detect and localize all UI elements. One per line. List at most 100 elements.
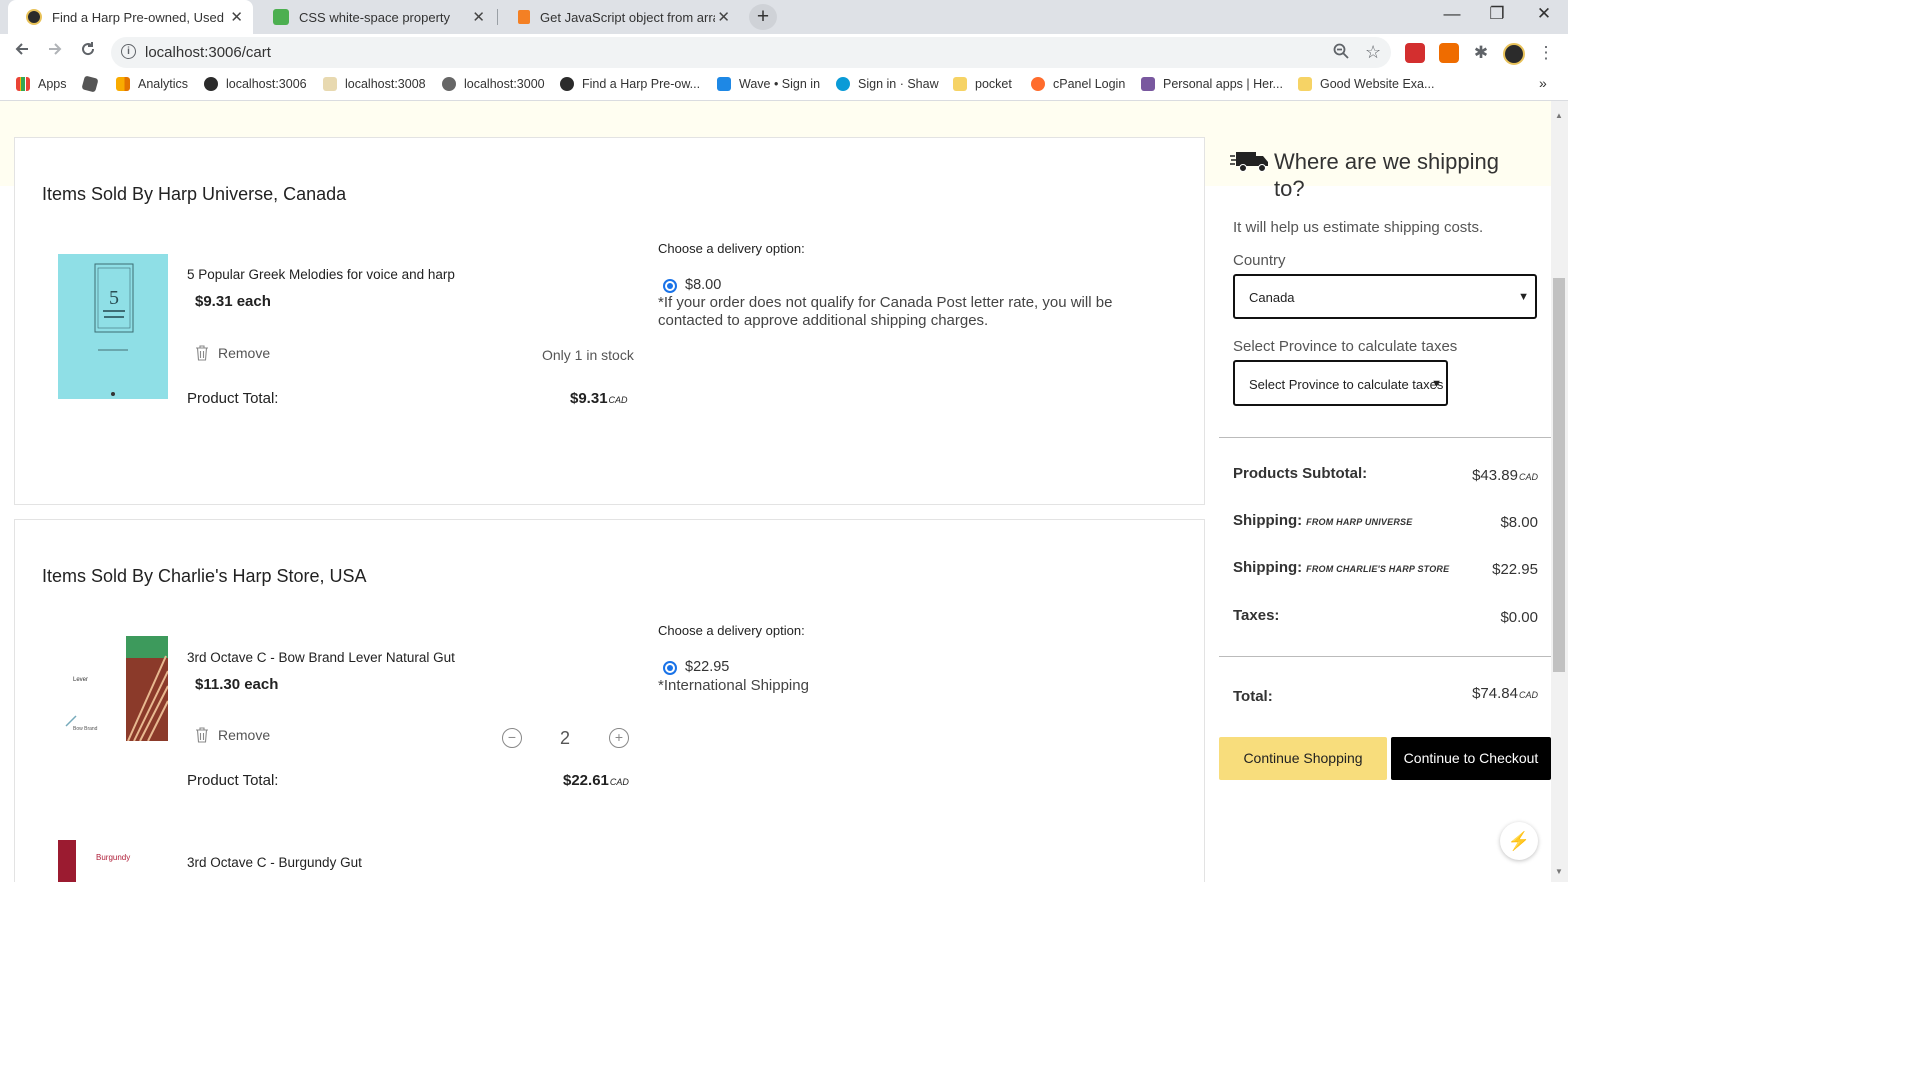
product-image[interactable]: Lever Bow Brand	[58, 636, 169, 742]
bookmark-analytics[interactable]: Analytics	[116, 77, 188, 91]
subtotal-amount: $43.89	[1472, 467, 1518, 484]
folder-icon	[1298, 77, 1312, 91]
close-window-button[interactable]: ✕	[1524, 4, 1564, 24]
page-viewport: Items Sold By Harp Universe, Canada 5 5 …	[0, 101, 1568, 882]
back-arrow-icon[interactable]	[10, 40, 34, 63]
extensions-puzzle-icon[interactable]: ✱	[1471, 43, 1491, 63]
product-name[interactable]: 3rd Octave C - Bow Brand Lever Natural G…	[187, 650, 455, 665]
forward-arrow-icon[interactable]	[43, 40, 67, 63]
profile-avatar[interactable]	[1503, 43, 1525, 65]
page-scrollbar[interactable]: ▲ ▼	[1551, 101, 1568, 882]
delivery-radio[interactable]	[663, 661, 677, 675]
extension-off-icon[interactable]	[1439, 43, 1459, 63]
seller-title: Items Sold By Charlie's Harp Store, USA	[42, 566, 367, 586]
seller-section-charlies-harp-store: Items Sold By Charlie's Harp Store, USA …	[14, 519, 1205, 882]
scroll-down-icon[interactable]: ▼	[1555, 867, 1563, 876]
bolt-icon[interactable]: ⚡	[1500, 822, 1538, 860]
reload-icon[interactable]	[76, 40, 100, 63]
tab-title: CSS white-space property	[299, 9, 451, 25]
bookmark-localhost-3008[interactable]: localhost:3008	[323, 77, 426, 91]
continue-shopping-button[interactable]: Continue Shopping	[1219, 737, 1387, 780]
product-image[interactable]: 5	[58, 254, 168, 399]
shipping-harp-universe-label: Shipping: FROM HARP UNIVERSE	[1233, 512, 1412, 529]
minimize-button[interactable]: —	[1432, 4, 1472, 24]
bookmark-roblox[interactable]	[81, 75, 105, 93]
tab-css-white-space[interactable]: CSS white-space property ✕	[255, 0, 495, 34]
extension-red-icon[interactable]	[1405, 43, 1425, 63]
scrollbar-thumb[interactable]	[1553, 278, 1565, 672]
bookmark-label: Wave • Sign in	[739, 77, 821, 91]
remove-button[interactable]: Remove	[195, 345, 270, 361]
bookmark-label: cPanel Login	[1053, 77, 1126, 91]
scroll-up-icon[interactable]: ▲	[1555, 111, 1563, 120]
close-tab-icon[interactable]: ✕	[472, 8, 485, 26]
w3schools-icon	[273, 9, 289, 25]
bookmark-shaw[interactable]: Sign in · Shaw	[836, 77, 939, 91]
star-bookmark-icon[interactable]: ☆	[1365, 42, 1381, 63]
product-image[interactable]: Burgundy	[58, 840, 168, 882]
province-select[interactable]: Select Province to calculate taxes ▼	[1233, 360, 1448, 406]
cpanel-icon	[1031, 77, 1045, 91]
maximize-button[interactable]: ❐	[1477, 4, 1517, 24]
delivery-radio[interactable]	[663, 279, 677, 293]
increase-quantity-icon[interactable]: +	[609, 728, 629, 748]
province-label: Select Province to calculate taxes	[1233, 338, 1458, 355]
delivery-price[interactable]: $22.95	[685, 659, 729, 675]
bookmark-wave[interactable]: Wave • Sign in	[717, 77, 820, 91]
shipping-from-label: FROM HARP UNIVERSE	[1306, 517, 1413, 527]
bookmarks-overflow-button[interactable]: »	[1539, 75, 1547, 91]
stock-status: Only 1 in stock	[542, 347, 634, 363]
svg-text:Bow Brand: Bow Brand	[73, 726, 98, 732]
product-name[interactable]: 5 Popular Greek Melodies for voice and h…	[187, 267, 455, 282]
bookmark-label: Find a Harp Pre-ow...	[582, 77, 701, 91]
bookmark-find-a-harp[interactable]: Find a Harp Pre-ow...	[560, 77, 700, 91]
remove-button[interactable]: Remove	[195, 727, 270, 743]
browser-toolbar: i localhost:3006/cart ☆ ✱ ⋮	[0, 34, 1568, 72]
bookmark-label: Good Website Exa...	[1320, 77, 1435, 91]
delivery-note: *International Shipping	[658, 677, 809, 694]
bookmark-label: Analytics	[138, 77, 189, 91]
bookmark-apps[interactable]: Apps	[16, 77, 67, 91]
country-select[interactable]: Canada ▼	[1233, 274, 1537, 319]
bookmark-good-website[interactable]: Good Website Exa...	[1298, 77, 1434, 91]
truck-icon	[1230, 152, 1268, 172]
delivery-price[interactable]: $8.00	[685, 277, 721, 293]
shipping-label: Shipping:	[1233, 512, 1303, 529]
bookmark-label: Apps	[38, 77, 67, 91]
bookmark-personal-apps[interactable]: Personal apps | Her...	[1141, 77, 1283, 91]
chevron-down-icon: ▼	[1431, 378, 1442, 390]
country-selected-value: Canada	[1249, 290, 1295, 305]
products-subtotal-value: $43.89CAD	[1472, 467, 1538, 484]
close-tab-icon[interactable]: ✕	[717, 8, 730, 26]
seller-title: Items Sold By Harp Universe, Canada	[42, 184, 347, 204]
new-tab-button[interactable]: +	[749, 4, 777, 30]
decrease-quantity-icon[interactable]: −	[502, 728, 522, 748]
close-tab-icon[interactable]: ✕	[230, 8, 243, 26]
site-info-icon[interactable]: i	[121, 44, 136, 59]
total-amount: $74.84	[1472, 685, 1518, 702]
continue-to-checkout-button[interactable]: Continue to Checkout	[1391, 737, 1551, 780]
bookmark-localhost-3000[interactable]: localhost:3000	[442, 77, 545, 91]
bookmark-pocket[interactable]: pocket	[953, 77, 1012, 91]
delivery-option-title: Choose a delivery option:	[658, 241, 805, 256]
remove-label: Remove	[218, 727, 271, 743]
quantity-value[interactable]: 2	[560, 728, 570, 749]
remove-label: Remove	[218, 345, 271, 361]
product-price: $11.30 each	[195, 676, 279, 693]
shipping-harp-universe-value: $8.00	[1500, 514, 1538, 531]
product-total-value: $9.31CAD	[570, 390, 628, 407]
bookmark-label: pocket	[975, 77, 1012, 91]
address-bar[interactable]: i localhost:3006/cart ☆	[111, 37, 1391, 68]
zoom-icon[interactable]	[1333, 43, 1349, 64]
seller-section-harp-universe: Items Sold By Harp Universe, Canada 5 5 …	[14, 137, 1205, 505]
bookmark-cpanel[interactable]: cPanel Login	[1031, 77, 1125, 91]
tab-harp[interactable]: Find a Harp Pre-owned, Used ✕	[8, 0, 253, 34]
shipping-charlies-label: Shipping: FROM CHARLIE'S HARP STORE	[1233, 559, 1449, 576]
taxes-value: $0.00	[1500, 609, 1538, 626]
product-name[interactable]: 3rd Octave C - Burgundy Gut	[187, 855, 362, 870]
total-value: $74.84CAD	[1472, 685, 1538, 702]
url-text[interactable]: localhost:3006/cart	[145, 44, 271, 61]
tab-js-object[interactable]: Get JavaScript object from array ✕	[500, 0, 740, 34]
bookmark-localhost-3006[interactable]: localhost:3006	[204, 77, 307, 91]
chrome-menu-icon[interactable]: ⋮	[1536, 43, 1556, 63]
